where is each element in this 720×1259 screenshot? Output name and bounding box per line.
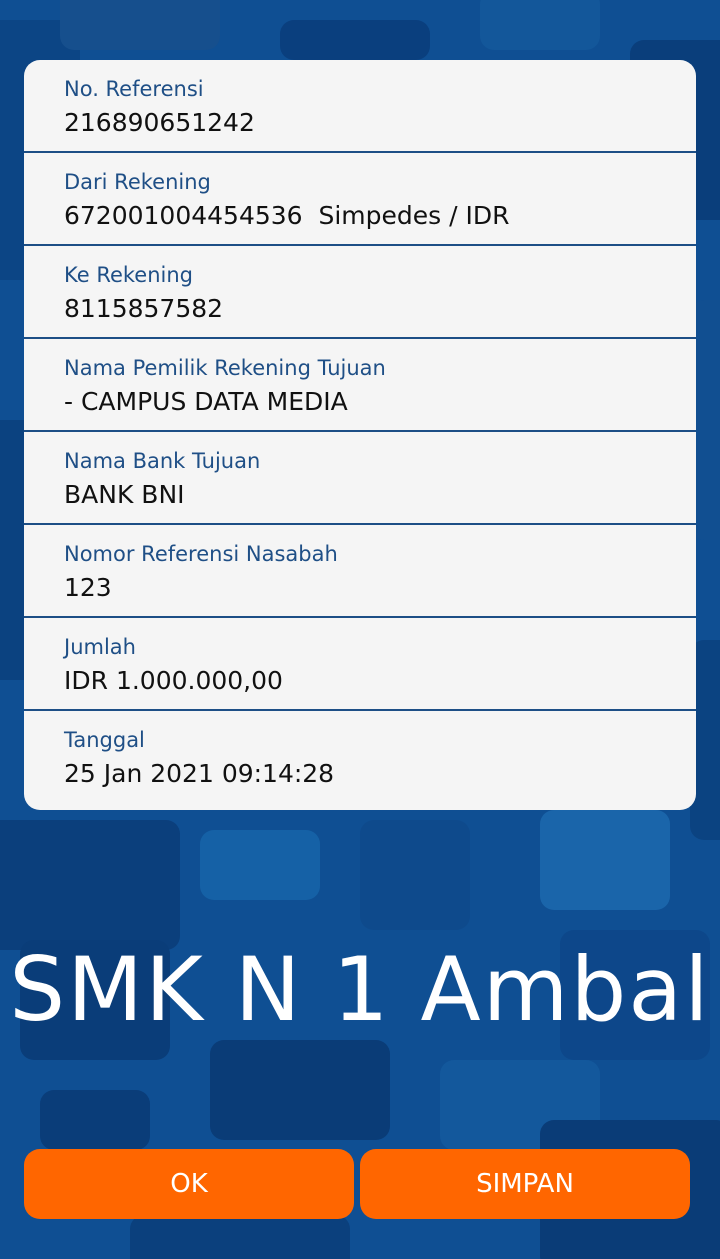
- detail-value: IDR 1.000.000,00: [64, 666, 283, 695]
- detail-row: Nomor Referensi Nasabah 123: [24, 525, 696, 618]
- detail-row: Dari Rekening 672001004454536 Simpedes / …: [24, 153, 696, 246]
- detail-row: Nama Pemilik Rekening Tujuan - CAMPUS DAT…: [24, 339, 696, 432]
- detail-row: Ke Rekening 8115857582: [24, 246, 696, 339]
- simpan-button[interactable]: SIMPAN: [360, 1149, 690, 1219]
- detail-label: Jumlah: [64, 635, 136, 659]
- detail-row: No. Referensi 216890651242: [24, 60, 696, 153]
- detail-label: Nama Pemilik Rekening Tujuan: [64, 356, 386, 380]
- detail-label: Ke Rekening: [64, 263, 194, 287]
- detail-value: BANK BNI: [64, 480, 185, 509]
- detail-row: Tanggal 25 Jan 2021 09:14:28: [24, 711, 696, 804]
- detail-label: Nomor Referensi Nasabah: [64, 542, 338, 566]
- detail-row: Nama Bank Tujuan BANK BNI: [24, 432, 696, 525]
- detail-label: Nama Bank Tujuan: [64, 449, 261, 473]
- transaction-details-card: No. Referensi 216890651242 Dari Rekening 67…: [24, 60, 696, 810]
- detail-label: Dari Rekening: [64, 170, 211, 194]
- school-watermark: SMK N 1 Ambal: [9, 938, 711, 1041]
- detail-value: 25 Jan 2021 09:14:28: [64, 759, 335, 788]
- detail-value: - CAMPUS DATA MEDIA: [64, 387, 348, 416]
- detail-value: 8115857582: [64, 294, 224, 323]
- detail-value: 123: [64, 573, 112, 602]
- ok-button[interactable]: OK: [24, 1149, 354, 1219]
- detail-value: 216890651242: [64, 108, 255, 137]
- detail-value: 672001004454536 Simpedes / IDR: [64, 201, 510, 230]
- detail-label: No. Referensi: [64, 77, 204, 101]
- detail-label: Tanggal: [64, 728, 145, 752]
- detail-row: Jumlah IDR 1.000.000,00: [24, 618, 696, 711]
